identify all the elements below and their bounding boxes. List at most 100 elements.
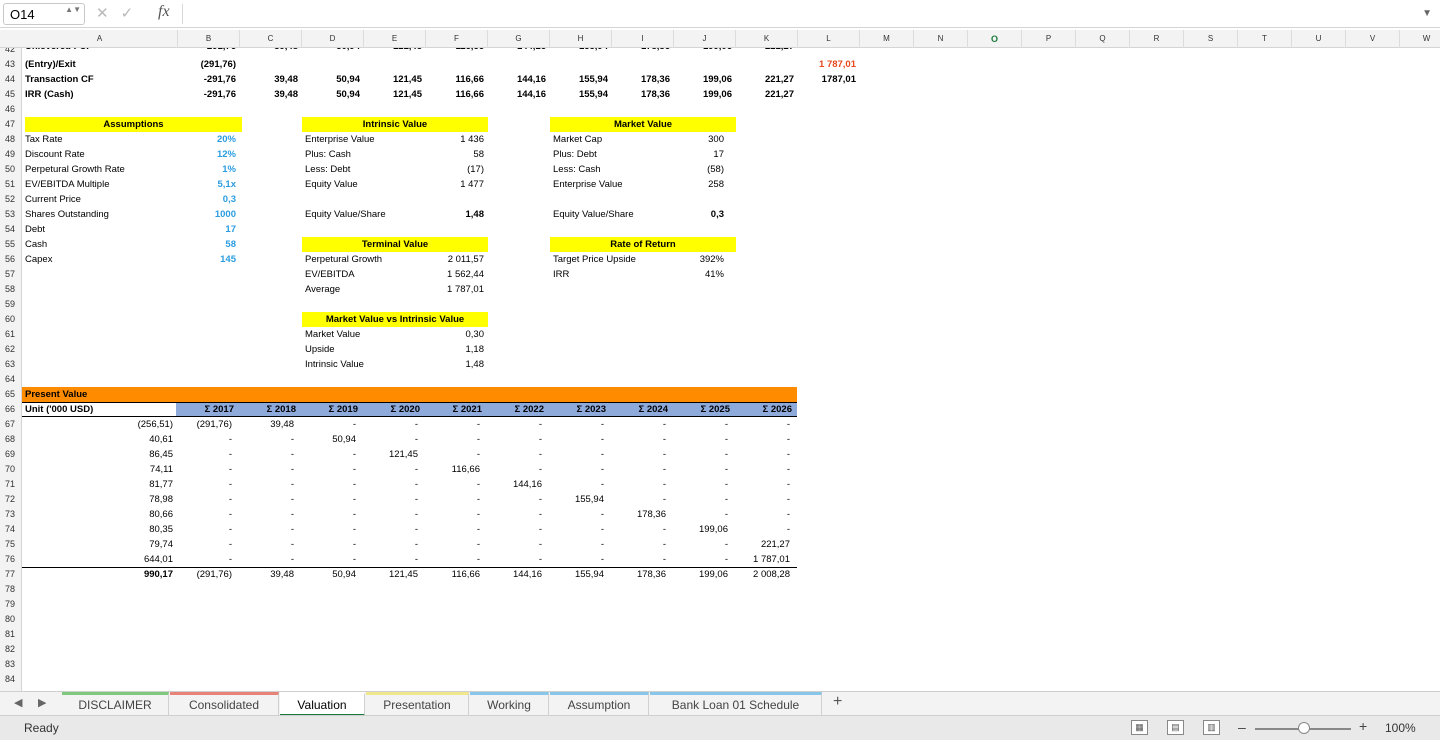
pv-total-cell[interactable]: 50,94 (302, 567, 356, 582)
value-cell[interactable]: 1787,01 (798, 72, 856, 87)
pv-cell[interactable]: - (488, 522, 542, 537)
value-cell[interactable]: 155,94 (550, 72, 608, 87)
pv-cell[interactable]: - (302, 507, 356, 522)
pv-cell[interactable]: - (178, 507, 232, 522)
value-cell[interactable]: 121,45 (364, 72, 422, 87)
pv-grand-total[interactable]: 990,17 (22, 567, 173, 582)
value-cell[interactable]: 39,48 (240, 72, 298, 87)
sheet-tab-presentation[interactable]: Presentation (366, 692, 469, 715)
assumption-input[interactable]: 17 (178, 222, 236, 237)
value-cell[interactable]: 155,94 (550, 48, 608, 54)
ror-label[interactable]: IRR (553, 267, 673, 282)
pv-cell[interactable]: 121,45 (364, 447, 418, 462)
row-header-52[interactable]: 52 (0, 192, 22, 207)
row-header-67[interactable]: 67 (0, 417, 22, 432)
pv-cell[interactable]: - (488, 492, 542, 507)
pv-cell[interactable]: - (674, 432, 728, 447)
pv-row-total[interactable]: 78,98 (22, 492, 173, 507)
pv-row-total[interactable]: 79,74 (22, 537, 173, 552)
market-label[interactable]: Enterprise Value (553, 177, 673, 192)
pv-cell[interactable]: - (550, 537, 604, 552)
confirm-icon[interactable]: ✓ (121, 5, 134, 22)
pv-cell[interactable]: - (736, 447, 790, 462)
column-header-o[interactable]: O (968, 30, 1022, 48)
pv-row-total[interactable]: 74,11 (22, 462, 173, 477)
column-header-d[interactable]: D (302, 30, 364, 48)
pv-row-total[interactable]: 80,66 (22, 507, 173, 522)
column-header-l[interactable]: L (798, 30, 860, 48)
prev-sheet-icon[interactable]: ◀ (14, 696, 22, 709)
sheet-tab-bank-loan-01-schedule[interactable]: Bank Loan 01 Schedule (650, 692, 822, 715)
assumption-label[interactable]: Capex (25, 252, 175, 267)
pv-cell[interactable]: 39,48 (240, 417, 294, 432)
column-header-f[interactable]: F (426, 30, 488, 48)
pv-cell[interactable]: - (426, 552, 480, 567)
market-label[interactable]: Less: Cash (553, 162, 673, 177)
sheet-tab-assumption[interactable]: Assumption (550, 692, 649, 715)
assumption-label[interactable]: Tax Rate (25, 132, 175, 147)
unit-label[interactable]: Unit ('000 USD) (25, 402, 175, 417)
year-header[interactable]: Σ 2018 (240, 402, 296, 417)
market-value[interactable]: 300 (674, 132, 724, 147)
pv-cell[interactable]: - (612, 447, 666, 462)
row-header-51[interactable]: 51 (0, 177, 22, 192)
pv-cell[interactable]: - (426, 507, 480, 522)
assumption-label[interactable]: Debt (25, 222, 175, 237)
intrinsic-label[interactable]: Plus: Cash (305, 147, 425, 162)
pv-cell[interactable]: - (178, 537, 232, 552)
pv-row-total[interactable]: (256,51) (22, 417, 173, 432)
pv-cell[interactable]: - (736, 417, 790, 432)
row-header-46[interactable]: 46 (0, 102, 22, 117)
row-header-66[interactable]: 66 (0, 402, 22, 417)
pv-cell[interactable]: - (426, 447, 480, 462)
pv-cell[interactable]: - (364, 537, 418, 552)
row-header-78[interactable]: 78 (0, 582, 22, 597)
row-header-47[interactable]: 47 (0, 117, 22, 132)
column-header-i[interactable]: I (612, 30, 674, 48)
row-header-60[interactable]: 60 (0, 312, 22, 327)
pv-cell[interactable]: - (550, 522, 604, 537)
row-header-68[interactable]: 68 (0, 432, 22, 447)
pv-cell[interactable]: - (240, 432, 294, 447)
value-cell[interactable]: 178,36 (612, 87, 670, 102)
intrinsic-per-share-value[interactable]: 1,48 (426, 207, 485, 222)
row-label[interactable]: Unlevered FCF (25, 48, 175, 54)
pv-cell[interactable]: - (364, 552, 418, 567)
row-header-55[interactable]: 55 (0, 237, 22, 252)
pv-cell[interactable]: - (550, 462, 604, 477)
sheet-tab-consolidated[interactable]: Consolidated (170, 692, 279, 715)
column-header-m[interactable]: M (860, 30, 914, 48)
value-cell[interactable]: 221,27 (736, 48, 794, 54)
pv-cell[interactable]: - (364, 477, 418, 492)
year-header[interactable]: Σ 2017 (178, 402, 234, 417)
row-header-75[interactable]: 75 (0, 537, 22, 552)
pv-cell[interactable]: - (240, 477, 294, 492)
row-header-80[interactable]: 80 (0, 612, 22, 627)
row-header-53[interactable]: 53 (0, 207, 22, 222)
ror-label[interactable]: Target Price Upside (553, 252, 673, 267)
row-header-64[interactable]: 64 (0, 372, 22, 387)
pv-cell[interactable]: - (240, 462, 294, 477)
column-header-u[interactable]: U (1292, 30, 1346, 48)
row-header-49[interactable]: 49 (0, 147, 22, 162)
market-value[interactable]: 258 (674, 177, 724, 192)
year-header[interactable]: Σ 2021 (426, 402, 482, 417)
year-header[interactable]: Σ 2019 (302, 402, 358, 417)
column-header-a[interactable]: A (22, 30, 178, 48)
pv-cell[interactable]: 144,16 (488, 477, 542, 492)
row-header-76[interactable]: 76 (0, 552, 22, 567)
pv-cell[interactable]: - (674, 537, 728, 552)
terminal-label[interactable]: Average (305, 282, 425, 297)
row-header-50[interactable]: 50 (0, 162, 22, 177)
pv-cell[interactable]: - (550, 477, 604, 492)
pv-cell[interactable]: - (302, 417, 356, 432)
market-value-header[interactable]: Market Value (550, 117, 736, 132)
row-header-63[interactable]: 63 (0, 357, 22, 372)
column-header-p[interactable]: P (1022, 30, 1076, 48)
column-header-k[interactable]: K (736, 30, 798, 48)
mvi-label[interactable]: Market Value (305, 327, 425, 342)
pv-total-cell[interactable]: 2 008,28 (736, 567, 790, 582)
assumption-label[interactable]: Perpetural Growth Rate (25, 162, 175, 177)
assumption-input[interactable]: 58 (178, 237, 236, 252)
terminal-value[interactable]: 1 562,44 (426, 267, 484, 282)
